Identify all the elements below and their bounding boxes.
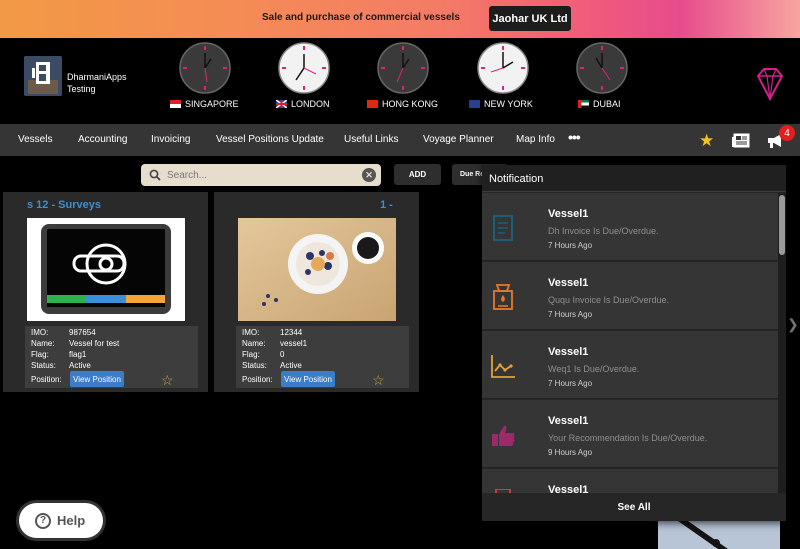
vessel-card[interactable]: IMO: 12344 Name: vessel1 Flag: 0 Status: Act… (214, 192, 419, 392)
search-icon (149, 169, 161, 181)
favorite-star-icon[interactable]: ☆ (372, 372, 385, 389)
search-input[interactable] (167, 167, 347, 183)
nav-vessels[interactable]: Vessels (18, 134, 52, 145)
document-icon (493, 215, 513, 241)
notification-item[interactable]: Vessel1 Your Recommendation Is Due/Overd… (482, 400, 778, 468)
city-hong-kong: HONG KONG (367, 99, 438, 109)
nav-voyage-planner[interactable]: Voyage Planner (423, 134, 494, 145)
nav-invoicing[interactable]: Invoicing (151, 134, 190, 145)
nav-useful-links[interactable]: Useful Links (344, 134, 398, 145)
search-box: ✕ (141, 164, 381, 186)
clear-search-icon[interactable]: ✕ (362, 168, 376, 182)
clock-face-icon (179, 42, 231, 94)
clock-face-icon (377, 42, 429, 94)
banner-text: Sale and purchase of commercial vessels (262, 12, 460, 23)
notification-item[interactable]: Vessel1 Weq1 Is Due/Overdue. 7 Hours Ago (482, 331, 778, 399)
brand-name: DharmaniApps Testing (67, 72, 127, 94)
scrollbar-thumb[interactable] (779, 195, 785, 255)
background-image (658, 521, 780, 549)
city-london: LONDON (276, 99, 330, 109)
chevron-right-icon[interactable]: ❯ (787, 316, 799, 333)
app-root: Sale and purchase of commercial vessels … (0, 0, 800, 549)
water-cooler-icon (493, 284, 513, 310)
line-chart-icon (491, 355, 515, 378)
singapore-flag-icon (170, 100, 181, 108)
uae-flag-icon (578, 100, 589, 108)
see-all-button[interactable]: See All (482, 493, 786, 521)
view-position-button[interactable]: View Position (70, 371, 124, 387)
notification-item[interactable]: Vessel1 (482, 469, 778, 493)
vessel-card[interactable]: IMO: 987654 Name: Vessel for test Flag: fla… (3, 192, 208, 392)
hong-kong-flag-icon (367, 100, 378, 108)
new-york-flag-icon (469, 100, 480, 108)
nav-accounting[interactable]: Accounting (78, 134, 127, 145)
notification-scrollbar[interactable] (778, 193, 786, 493)
city-dubai: DUBAI (578, 99, 621, 109)
favorite-star-icon[interactable]: ☆ (161, 372, 174, 389)
company-button[interactable]: Jaohar UK Ltd (489, 6, 571, 31)
help-button[interactable]: ? Help (19, 503, 103, 538)
add-button[interactable]: ADD (394, 164, 441, 185)
notification-header: Notification (482, 165, 786, 192)
vessel-image (27, 218, 185, 321)
brand-logo[interactable] (24, 56, 62, 96)
notification-title: Notification (489, 173, 544, 185)
view-position-button[interactable]: View Position (281, 371, 335, 387)
clock-new-york (477, 42, 529, 94)
uk-flag-icon (276, 100, 287, 108)
clock-face-icon (477, 42, 529, 94)
clock-face-icon (278, 42, 330, 94)
question-icon: ? (35, 512, 51, 529)
newspaper-icon[interactable] (732, 133, 750, 148)
nav-vessel-positions-update[interactable]: Vessel Positions Update (216, 134, 324, 145)
top-banner: Sale and purchase of commercial vessels … (0, 0, 800, 38)
clock-dubai (576, 42, 628, 94)
notification-panel: Notification Vessel1 Dh Invoice Is Due/O… (482, 165, 786, 521)
city-new-york: NEW YORK (469, 99, 533, 109)
city-singapore: SINGAPORE (170, 99, 239, 109)
notification-item[interactable]: Vessel1 Ququ Invoice Is Due/Overdue. 7 H… (482, 262, 778, 330)
notification-count-badge: 4 (779, 125, 795, 141)
thumbs-up-icon (492, 425, 515, 446)
favorites-star-icon[interactable]: ★ (699, 131, 714, 151)
clock-london (278, 42, 330, 94)
main-nav: Vessels Accounting Invoicing Vessel Posi… (0, 124, 800, 156)
notification-item[interactable]: Vessel1 Dh Invoice Is Due/Overdue. 7 Hou… (482, 193, 778, 261)
section-title: s 12 - Surveys (27, 199, 101, 211)
nav-more-icon[interactable]: ••• (568, 129, 581, 145)
notification-list: Vessel1 Dh Invoice Is Due/Overdue. 7 Hou… (482, 193, 778, 493)
clock-singapore (179, 42, 231, 94)
clock-hong-kong (377, 42, 429, 94)
section-title: 1 - (380, 199, 393, 211)
nav-map-info[interactable]: Map Info (516, 134, 555, 145)
vessel-image (238, 218, 396, 321)
diamond-icon[interactable] (752, 66, 788, 102)
header: DharmaniApps Testing SINGAPORE LONDON HO… (0, 38, 800, 124)
clock-face-icon (576, 42, 628, 94)
